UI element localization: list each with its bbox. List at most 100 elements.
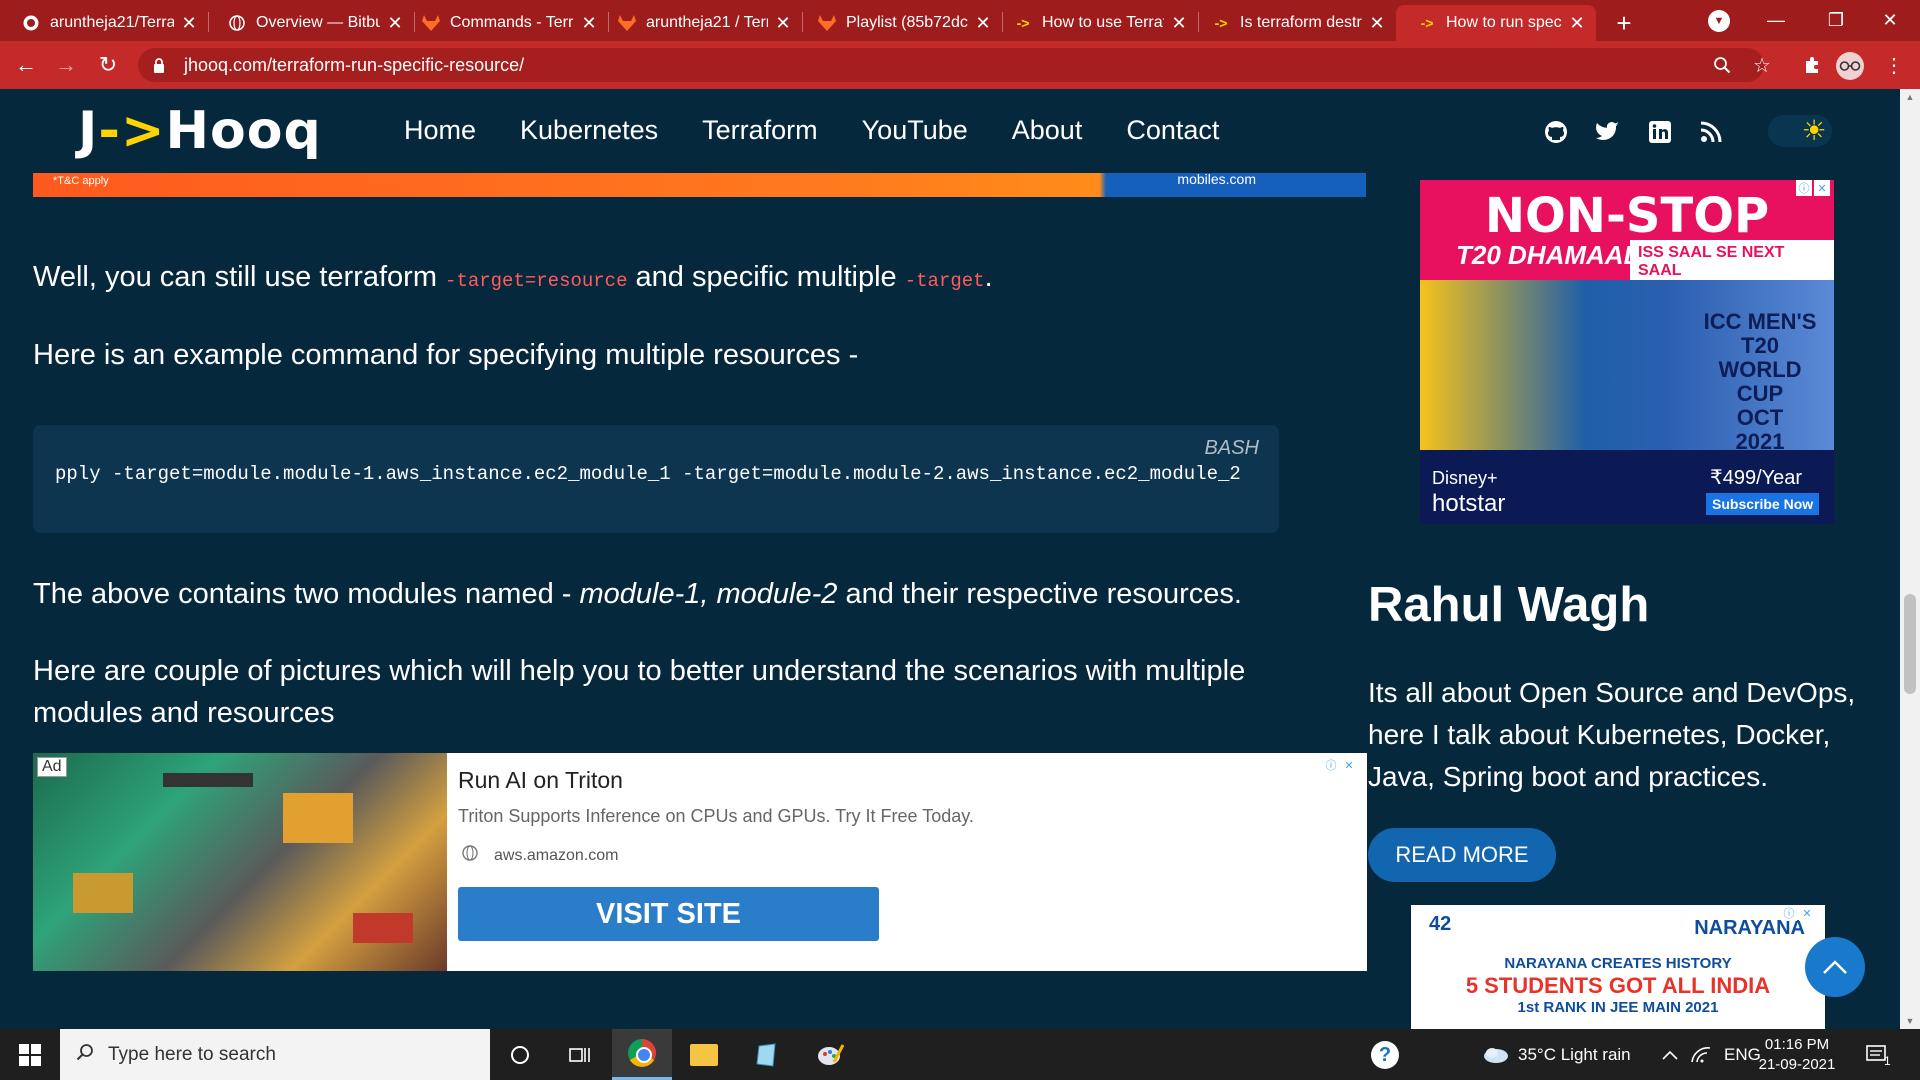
nav-youtube[interactable]: YouTube [862, 115, 968, 146]
lock-icon[interactable] [152, 57, 166, 73]
notification-center[interactable]: 1 [1866, 1029, 1891, 1080]
tab-search-icon[interactable]: ▼ [1708, 10, 1730, 32]
tab-bitbucket-overview[interactable]: Overview — Bitbu ✕ [206, 5, 414, 41]
scrollbar-thumb[interactable] [1904, 594, 1916, 694]
tab-github-terraform[interactable]: aruntheja21/Terra ✕ [0, 5, 208, 41]
show-hidden-icons[interactable] [1662, 1029, 1678, 1080]
jhooq-icon: -> [1420, 15, 1434, 31]
subscribe-now-button[interactable]: Subscribe Now [1706, 493, 1820, 515]
weather-widget[interactable]: 35°C Light rain [1482, 1029, 1631, 1080]
windows-taskbar: Type here to search ? 35°C Light rain EN… [0, 1029, 1920, 1080]
taskbar-clock[interactable]: 01:16 PM 21-09-2021 [1752, 1035, 1842, 1075]
scroll-up-icon[interactable]: ▲ [1900, 89, 1920, 105]
reload-icon[interactable]: ↻ [90, 47, 126, 83]
sidebar-ad-narayana[interactable]: 42 NARAYANA NARAYANA CREATES HISTORY 5 S… [1411, 905, 1825, 1029]
close-tab-icon[interactable]: ✕ [774, 13, 792, 34]
ad-title[interactable]: Run AI on Triton [458, 767, 623, 794]
ad-info-icon[interactable]: ⓘ [1781, 905, 1797, 921]
ad-close-icon[interactable]: ✕ [1814, 180, 1830, 196]
read-more-button[interactable]: READ MORE [1368, 828, 1556, 882]
code-language-label: BASH [1204, 437, 1259, 459]
tab-gitlab-repo[interactable]: aruntheja21 / Terr ✕ [596, 5, 802, 41]
tab-how-to-use-terraform[interactable]: -> How to use Terraf ✕ [992, 5, 1198, 41]
bookmark-star-icon[interactable]: ☆ [1744, 47, 1780, 83]
hotstar-logo: Disney+ hotstar [1432, 465, 1505, 517]
ad-close-icon[interactable]: ✕ [1341, 757, 1357, 773]
tab-gitlab-commands[interactable]: Commands - Terra ✕ [400, 5, 608, 41]
event-line-3: OCT [1736, 405, 1784, 430]
tab-gitlab-playlist[interactable]: Playlist (85b72dc ✕ [796, 5, 1002, 41]
extensions-icon[interactable] [1794, 47, 1830, 83]
logo-arrow: -> [98, 101, 166, 161]
chrome-icon [628, 1039, 656, 1067]
web-page: *T&C apply mobiles.com J->Hooq Home Kube… [0, 89, 1900, 1029]
chrome-menu-icon[interactable]: ⋮ [1876, 47, 1912, 83]
ad-choices[interactable]: ⓘ ✕ [1323, 757, 1359, 775]
article-paragraph-3: The above contains two modules named - m… [33, 573, 1273, 615]
close-window-icon[interactable]: ✕ [1860, 0, 1920, 41]
close-tab-icon[interactable]: ✕ [974, 13, 992, 34]
minimize-icon[interactable]: — [1746, 0, 1806, 41]
back-to-top-button[interactable] [1805, 937, 1865, 997]
event-line-1: ICC MEN'S T20 [1703, 309, 1817, 358]
tab-run-specific-resource[interactable]: -> How to run specif ✕ [1396, 5, 1596, 41]
visit-site-button[interactable]: VISIT SITE [458, 887, 879, 941]
restore-icon[interactable]: ❐ [1806, 0, 1866, 41]
linkedin-icon[interactable] [1645, 117, 1675, 147]
browser-toolbar: ← → ↻ jhooq.com/terraform-run-specific-r… [0, 41, 1920, 89]
sun-icon: ☀ [1801, 115, 1827, 146]
start-button[interactable] [0, 1029, 60, 1080]
page-scrollbar[interactable]: ▲ ▼ [1900, 89, 1920, 1029]
inline-ad-banner[interactable]: Ad Run AI on Triton Triton Supports Infe… [33, 753, 1367, 971]
ad-info-icon[interactable]: ⓘ [1796, 180, 1812, 196]
address-bar[interactable]: jhooq.com/terraform-run-specific-resourc… [138, 48, 1764, 82]
nav-home[interactable]: Home [404, 115, 476, 146]
code-text[interactable]: pply -target=module.module-1.aws_instanc… [55, 463, 1241, 485]
close-tab-icon[interactable]: ✕ [180, 13, 198, 34]
twitter-icon[interactable] [1593, 117, 1623, 147]
weather-text: 35°C Light rain [1518, 1044, 1631, 1064]
taskbar-search[interactable]: Type here to search [60, 1029, 490, 1080]
notepad-app-icon[interactable] [736, 1029, 796, 1080]
nav-contact[interactable]: Contact [1126, 115, 1219, 146]
scroll-down-icon[interactable]: ▼ [1900, 1013, 1920, 1029]
nav-terraform[interactable]: Terraform [702, 115, 818, 146]
url-text[interactable]: jhooq.com/terraform-run-specific-resourc… [184, 55, 524, 76]
sidebar-ad-hotstar[interactable]: NON-STOP T20 DHAMAAL. ISS SAAL SE NEXT S… [1420, 180, 1834, 524]
site-logo[interactable]: J->Hooq [78, 101, 322, 161]
close-tab-icon[interactable]: ✕ [1568, 13, 1586, 34]
gitlab-icon [818, 14, 836, 32]
close-tab-icon[interactable]: ✕ [1368, 13, 1386, 34]
tab-title: aruntheja21 / Terr [646, 14, 768, 31]
forward-icon[interactable]: → [48, 47, 84, 83]
profile-avatar[interactable] [1836, 52, 1864, 80]
nav-kubernetes[interactable]: Kubernetes [520, 115, 658, 146]
new-tab-button[interactable]: + [1606, 5, 1642, 41]
article-paragraph-2: Here is an example command for specifyin… [33, 339, 859, 371]
github-icon[interactable] [1541, 117, 1571, 147]
wifi-icon[interactable] [1690, 1029, 1712, 1080]
rss-icon[interactable] [1696, 117, 1726, 147]
ad-choices[interactable]: ⓘ ✕ [1781, 905, 1817, 923]
ad-close-icon[interactable]: ✕ [1799, 905, 1815, 921]
chrome-taskbar-icon[interactable] [612, 1029, 672, 1080]
cloud-rain-icon [1484, 1047, 1508, 1063]
ad-info-icon[interactable]: ⓘ [1323, 757, 1339, 773]
theme-toggle[interactable]: ☀ [1768, 115, 1832, 147]
ad-url: aws.amazon.com [494, 847, 619, 864]
ad-price: ₹499/Year [1710, 467, 1803, 489]
zoom-icon[interactable] [1704, 47, 1740, 83]
back-icon[interactable]: ← [8, 47, 44, 83]
tab-terraform-destroy[interactable]: -> Is terraform destr ✕ [1190, 5, 1396, 41]
ad-choices[interactable]: ⓘ ✕ [1796, 180, 1832, 198]
task-view-icon[interactable] [550, 1029, 610, 1080]
ad-line-2: 5 STUDENTS GOT ALL INDIA [1465, 973, 1771, 998]
file-explorer-icon[interactable] [674, 1029, 734, 1080]
event-line-2: WORLD CUP [1718, 357, 1802, 406]
ad-image[interactable] [33, 753, 447, 971]
nav-about[interactable]: About [1012, 115, 1083, 146]
help-icon[interactable]: ? [1371, 1041, 1399, 1069]
cortana-icon[interactable] [490, 1029, 550, 1080]
close-tab-icon[interactable]: ✕ [1170, 13, 1188, 34]
paint-app-icon[interactable] [800, 1029, 860, 1080]
